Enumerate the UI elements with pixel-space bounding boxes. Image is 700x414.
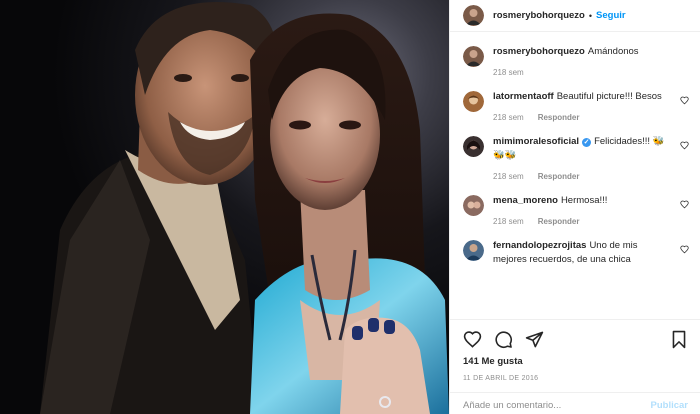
- comment-avatar[interactable]: [463, 240, 484, 261]
- post-date[interactable]: 11 DE ABRIL DE 2016: [463, 375, 688, 382]
- comment-item: fernandolopezrojitas Uno de mis mejores r…: [463, 239, 689, 267]
- reply-button[interactable]: Responder: [538, 172, 580, 181]
- comment-time[interactable]: 218 sem: [493, 172, 524, 181]
- comment-text: latormentaoff Beautiful picture!!! Besos: [493, 90, 673, 104]
- post-photo-illustration: [40, 2, 449, 414]
- comment-content: Beautiful picture!!! Besos: [556, 91, 662, 102]
- comment-item: mimimoralesoficial ✓ Felicidades!!! 🐝🐝🐝 21…: [463, 135, 689, 181]
- comment-caption: rosmerybohorquezo Amándonos 218 sem: [463, 45, 689, 77]
- comment-like-heart-icon[interactable]: [680, 200, 689, 212]
- follow-button[interactable]: Seguir: [596, 10, 626, 21]
- comment-like-heart-icon[interactable]: [680, 96, 689, 108]
- post-header: rosmerybohorquezo • Seguir: [450, 0, 700, 32]
- reply-button[interactable]: Responder: [538, 217, 580, 226]
- reply-button[interactable]: Responder: [538, 113, 580, 122]
- comment-like-heart-icon[interactable]: [680, 245, 689, 257]
- comment-item: latormentaoff Beautiful picture!!! Besos …: [463, 90, 689, 122]
- comment-text: rosmerybohorquezo Amándonos: [493, 45, 673, 59]
- comment-text: fernandolopezrojitas Uno de mis mejores r…: [493, 239, 673, 267]
- comment-text: mimimoralesoficial ✓ Felicidades!!! 🐝🐝🐝: [493, 135, 673, 163]
- verified-badge-icon: ✓: [582, 138, 592, 147]
- bookmark-icon[interactable]: [670, 330, 688, 349]
- comment-username[interactable]: mena_moreno: [493, 195, 558, 206]
- separator-dot: •: [588, 10, 593, 21]
- comment-content: Amándonos: [587, 46, 639, 57]
- comment-time[interactable]: 218 sem: [493, 217, 524, 226]
- comment-meta: 218 sem Responder: [493, 217, 673, 226]
- author-avatar[interactable]: [463, 5, 484, 26]
- comment-time[interactable]: 218 sem: [493, 113, 524, 122]
- comment-like-heart-icon[interactable]: [680, 141, 689, 153]
- comment-icon[interactable]: [494, 330, 513, 349]
- comment-meta: 218 sem Responder: [493, 113, 673, 122]
- add-comment-bar: Publicar: [450, 392, 700, 414]
- comment-username[interactable]: fernandolopezrojitas: [493, 240, 586, 251]
- comment-avatar[interactable]: [463, 46, 484, 67]
- share-icon[interactable]: [525, 330, 544, 349]
- comment-item: mena_moreno Hermosa!!! 218 sem Responder: [463, 194, 689, 226]
- comment-avatar[interactable]: [463, 91, 484, 112]
- post-details-panel: rosmerybohorquezo • Seguir rosmerybohorq…: [449, 0, 700, 414]
- comment-time[interactable]: 218 sem: [493, 68, 524, 77]
- publish-button[interactable]: Publicar: [651, 400, 689, 411]
- heart-icon[interactable]: [463, 330, 482, 349]
- comment-avatar[interactable]: [463, 195, 484, 216]
- comment-meta: 218 sem Responder: [493, 172, 673, 181]
- comment-input[interactable]: [463, 400, 651, 411]
- comment-text: mena_moreno Hermosa!!!: [493, 194, 673, 208]
- comments-list[interactable]: rosmerybohorquezo Amándonos 218 sem lator…: [450, 33, 700, 319]
- post-actions: 141 Me gusta 11 DE ABRIL DE 2016: [450, 319, 700, 382]
- comment-username[interactable]: rosmerybohorquezo: [493, 46, 585, 57]
- action-icons-row: [463, 325, 688, 353]
- comment-username[interactable]: mimimoralesoficial: [493, 136, 579, 147]
- post-photo[interactable]: [0, 0, 449, 414]
- author-username[interactable]: rosmerybohorquezo: [493, 10, 585, 21]
- comment-content: Hermosa!!!: [560, 195, 608, 206]
- comment-meta: 218 sem: [493, 68, 673, 77]
- comment-username[interactable]: latormentaoff: [493, 91, 554, 102]
- likes-count[interactable]: 141 Me gusta: [463, 356, 688, 367]
- comment-avatar[interactable]: [463, 136, 484, 157]
